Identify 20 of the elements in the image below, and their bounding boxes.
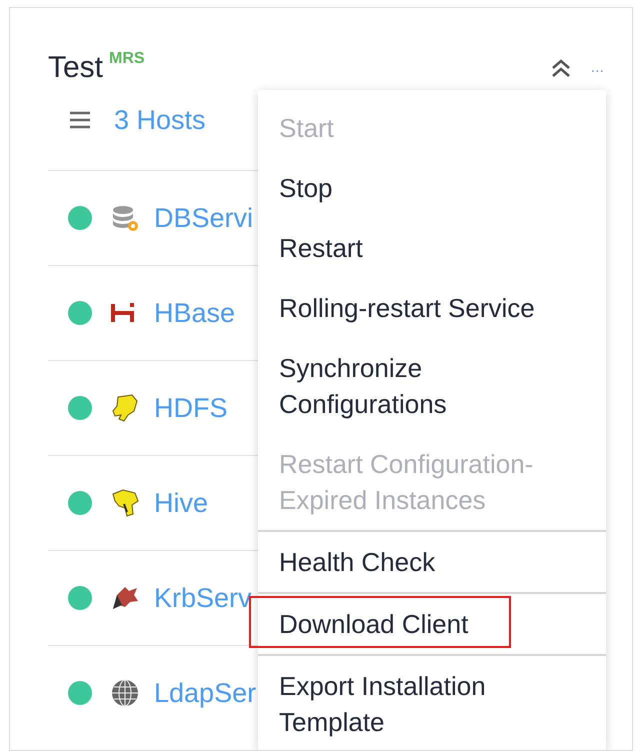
service-link[interactable]: DBServi — [154, 202, 254, 234]
product-label: MRS — [109, 50, 145, 68]
globe-icon — [110, 678, 140, 708]
service-link[interactable]: KrbServ — [154, 582, 252, 614]
service-link[interactable]: Hive — [154, 488, 208, 518]
menu-item[interactable]: Export Installation Template — [258, 656, 606, 750]
menu-item[interactable]: Download Client — [258, 594, 606, 654]
card-title: Test — [48, 50, 104, 86]
menu-item[interactable]: Health Check — [258, 532, 606, 592]
service-link[interactable]: LdapSer — [154, 678, 256, 708]
menu-item[interactable]: Restart — [258, 218, 606, 278]
service-link[interactable]: HDFS — [154, 392, 228, 424]
service-link[interactable]: HBase — [154, 298, 236, 328]
more-button[interactable]: ... — [588, 58, 606, 78]
menu-item[interactable]: Synchronize Configurations — [258, 338, 606, 434]
menu-item[interactable]: Rolling-restart Service — [258, 278, 606, 338]
menu-item[interactable]: Stop — [258, 158, 606, 218]
hosts-link[interactable]: 3 Hosts — [114, 104, 206, 136]
list-icon — [70, 111, 90, 129]
database-icon — [110, 203, 140, 233]
